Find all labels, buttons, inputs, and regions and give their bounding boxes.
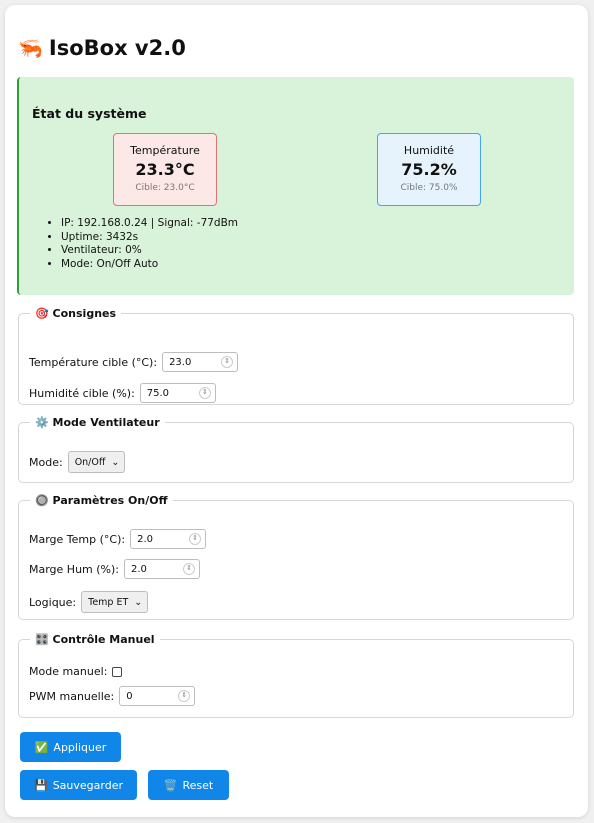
logic-row: Logique: Temp ET ⌄ [29, 591, 149, 613]
temp-margin-label: Marge Temp (°C): [29, 532, 126, 546]
checkmark-icon: ✅ [34, 740, 49, 754]
chevron-down-icon: ⌄ [134, 596, 143, 608]
stepper-icon[interactable]: ⇕ [189, 533, 202, 545]
manual-control-legend: 🎛️ Contrôle Manuel [35, 633, 155, 646]
onoff-params-legend: 🔘 Paramètres On/Off [35, 494, 168, 507]
target-temperature-label: Température cible (°C): [29, 355, 158, 369]
reset-button[interactable]: 🗑️ Reset [148, 770, 229, 800]
stepper-icon[interactable]: ⇕ [178, 690, 191, 702]
main-card: 🦐 IsoBox v2.0 État du système Températur… [5, 5, 588, 817]
humidity-value: 75.2% [401, 160, 457, 179]
hum-margin-input[interactable]: 2.0 ⇕ [124, 559, 201, 579]
fan-mode-label: Mode: [29, 455, 63, 469]
shrimp-icon: 🦐 [18, 36, 43, 60]
chevron-down-icon: ⌄ [111, 456, 120, 468]
temp-margin-row: Marge Temp (°C): 2.0 ⇕ [29, 529, 207, 549]
humidity-label: Humidité [403, 144, 455, 157]
manual-mode-label: Mode manuel: [29, 665, 108, 678]
control-knobs-icon: 🎛️ [35, 633, 49, 646]
system-info-list: IP: 192.168.0.24 | Signal: -77dBm Uptime… [51, 217, 238, 271]
status-heading: État du système [32, 106, 147, 121]
app-title: IsoBox v2.0 [48, 36, 186, 60]
humidity-target: Cible: 75.0% [400, 183, 458, 193]
apply-button[interactable]: ✅ Appliquer [20, 732, 121, 762]
onoff-params-section: 🔘 Paramètres On/Off Marge Temp (°C): 2.0… [18, 494, 574, 620]
target-temperature-row: Température cible (°C): 23.0 ⇕ [29, 352, 239, 372]
manual-pwm-row: PWM manuelle: 0 ⇕ [29, 686, 196, 706]
info-fan: Ventilateur: 0% [61, 244, 238, 258]
stepper-icon[interactable]: ⇕ [221, 356, 234, 368]
manual-mode-checkbox[interactable] [112, 666, 123, 677]
radio-button-icon: 🔘 [35, 494, 49, 507]
gear-icon: ⚙️ [35, 416, 49, 429]
temperature-card: Température 23.3°C Cible: 23.0°C [113, 133, 217, 206]
page-title: 🦐 IsoBox v2.0 [18, 33, 186, 63]
fan-mode-section: ⚙️ Mode Ventilateur Mode: On/Off ⌄ [18, 416, 574, 483]
stepper-icon[interactable]: ⇕ [183, 563, 196, 575]
manual-pwm-label: PWM manuelle: [29, 689, 115, 703]
info-mode: Mode: On/Off Auto [61, 258, 238, 272]
trash-icon: 🗑️ [163, 778, 178, 792]
hum-margin-label: Marge Hum (%): [29, 562, 120, 576]
target-humidity-label: Humidité cible (%): [29, 386, 135, 400]
logic-label: Logique: [29, 595, 77, 609]
manual-mode-row: Mode manuel: [29, 665, 123, 678]
info-network: IP: 192.168.0.24 | Signal: -77dBm [61, 217, 238, 231]
fan-mode-row: Mode: On/Off ⌄ [29, 451, 126, 473]
save-button[interactable]: 💾 Sauvegarder [20, 770, 137, 800]
target-humidity-input[interactable]: 75.0 ⇕ [139, 383, 216, 403]
temperature-value: 23.3°C [135, 160, 195, 179]
temperature-label: Température [130, 144, 200, 157]
target-icon: 🎯 [35, 307, 49, 320]
manual-control-section: 🎛️ Contrôle Manuel Mode manuel: PWM manu… [18, 633, 574, 718]
consignes-section: 🎯 Consignes Température cible (°C): 23.0… [18, 307, 574, 405]
humidity-card: Humidité 75.2% Cible: 75.0% [377, 133, 481, 206]
temp-margin-input[interactable]: 2.0 ⇕ [130, 529, 207, 549]
fan-mode-select[interactable]: On/Off ⌄ [67, 451, 126, 473]
fan-mode-legend: ⚙️ Mode Ventilateur [35, 416, 160, 429]
hum-margin-row: Marge Hum (%): 2.0 ⇕ [29, 559, 201, 579]
target-temperature-input[interactable]: 23.0 ⇕ [162, 352, 239, 372]
manual-pwm-input[interactable]: 0 ⇕ [119, 686, 196, 706]
logic-select[interactable]: Temp ET ⌄ [81, 591, 149, 613]
stepper-icon[interactable]: ⇕ [198, 387, 211, 399]
floppy-disk-icon: 💾 [34, 778, 48, 792]
temperature-target: Cible: 23.0°C [135, 183, 195, 193]
consignes-legend: 🎯 Consignes [35, 307, 117, 320]
system-status-panel: État du système Température 23.3°C Cible… [17, 77, 574, 295]
info-uptime: Uptime: 3432s [61, 231, 238, 245]
target-humidity-row: Humidité cible (%): 75.0 ⇕ [29, 383, 216, 403]
